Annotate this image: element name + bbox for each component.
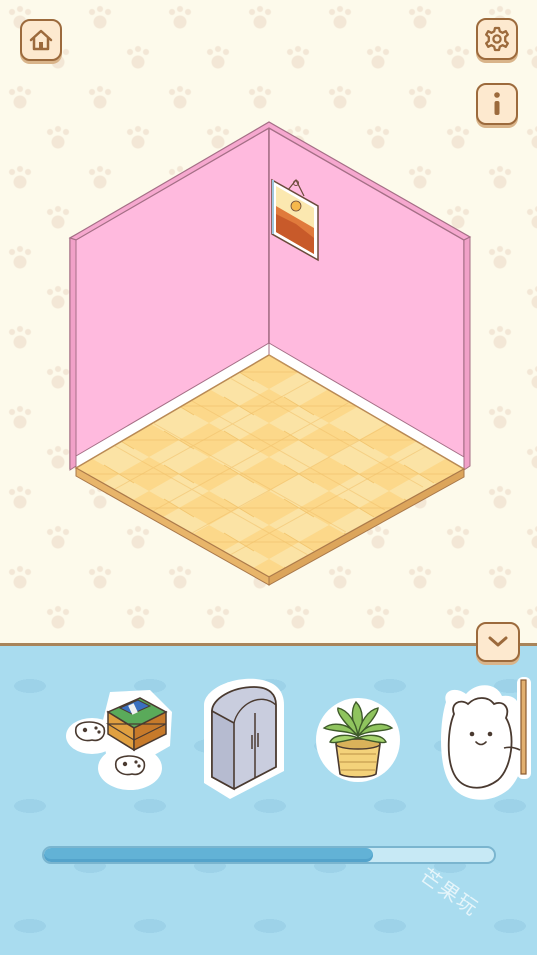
progress-fill	[44, 848, 373, 862]
info-icon	[494, 92, 500, 115]
gear-icon	[485, 26, 509, 52]
info-button[interactable]	[476, 83, 518, 125]
wall-right-side	[463, 236, 471, 471]
potted-plant-icon	[316, 698, 400, 782]
home-icon	[29, 29, 53, 51]
collapse-button[interactable]	[476, 622, 520, 662]
game-console-icon	[66, 690, 172, 790]
wardrobe-icon	[204, 678, 284, 799]
wardrobe-item[interactable]	[198, 675, 288, 800]
potted-plant-item[interactable]	[312, 692, 404, 784]
game-console-item[interactable]	[62, 684, 177, 794]
home-button[interactable]	[20, 19, 62, 61]
isometric-room	[68, 121, 472, 586]
bear-mirror-item[interactable]	[438, 672, 537, 804]
chevron-down-icon	[488, 636, 508, 647]
wall-left-side	[69, 237, 77, 471]
settings-button[interactable]	[476, 18, 518, 60]
progress-bar	[42, 846, 496, 864]
bear-mirror-icon	[441, 677, 531, 800]
